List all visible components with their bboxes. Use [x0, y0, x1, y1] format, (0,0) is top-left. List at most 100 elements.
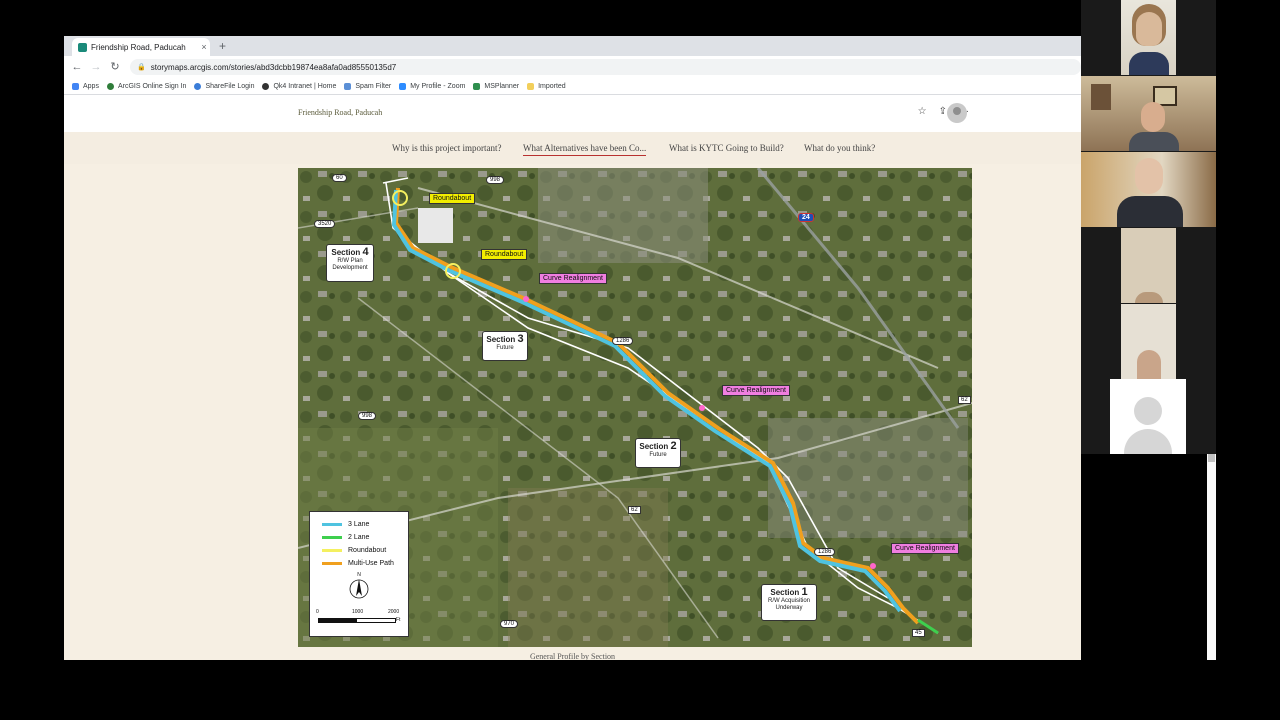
spam-filter-icon: [344, 82, 352, 90]
scale-label: 0: [316, 609, 319, 615]
bookmark-zoom[interactable]: My Profile - Zoom: [399, 82, 466, 90]
page-scrollbar[interactable]: [1207, 452, 1216, 660]
nav-what-build[interactable]: What is KYTC Going to Build?: [669, 143, 784, 153]
bookmark-imported[interactable]: Imported: [527, 82, 566, 90]
section-status: R/W Acquisition: [767, 598, 810, 604]
bookmark-label: Spam Filter: [355, 82, 392, 90]
bookmark-label: My Profile - Zoom: [410, 82, 466, 90]
folder-icon: [527, 82, 535, 90]
nav-what-think[interactable]: What do you think?: [804, 143, 875, 153]
bookmark-msplanner[interactable]: MSPlanner: [473, 82, 520, 90]
participant-video-1[interactable]: [1121, 0, 1176, 75]
section-2-callout: Section 2 Future: [635, 438, 681, 468]
participant-video-5[interactable]: [1121, 304, 1176, 379]
section-status: Future: [496, 345, 514, 351]
reload-icon[interactable]: ↻: [108, 59, 122, 75]
new-tab-button[interactable]: +: [219, 39, 226, 53]
bookmark-sharefile[interactable]: ShareFile Login: [194, 82, 255, 90]
section-4-callout: Section 4 R/W Plan Development: [326, 244, 374, 282]
section-title: Section: [331, 248, 361, 257]
story-title[interactable]: Friendship Road, Paducah: [298, 108, 382, 117]
bookmark-label: Qk4 Intranet | Home: [273, 82, 337, 90]
url-field[interactable]: 🔒 storymaps.arcgis.com/stories/abd3dcbb1…: [130, 59, 1081, 75]
favorite-star-icon[interactable]: ☆: [918, 106, 927, 117]
building-rooftop: [418, 208, 453, 243]
legend-item-roundabout: Roundabout: [322, 547, 386, 554]
section-status: Future: [649, 452, 667, 458]
nav-alternatives[interactable]: What Alternatives have been Co...: [523, 143, 647, 156]
participant-video-6[interactable]: [1081, 379, 1216, 454]
share-icon[interactable]: ⇪: [939, 106, 947, 117]
section-number: 3: [517, 333, 524, 345]
route-970-shield: 970: [500, 620, 519, 628]
close-tab-icon[interactable]: ×: [198, 42, 210, 52]
section-title: Section: [486, 335, 516, 344]
tab-bar: Friendship Road, Paducah × +: [64, 36, 1081, 56]
curve-realignment-label: Curve Realignment: [722, 385, 790, 396]
section-number: 4: [362, 246, 369, 258]
story-navigation: Why is this project important? What Alte…: [64, 132, 1081, 164]
bookmark-spam-filter[interactable]: Spam Filter: [344, 82, 392, 90]
forward-icon[interactable]: →: [89, 59, 103, 75]
section-status: R/W Plan: [337, 258, 363, 264]
legend-item-3-lane: 3 Lane: [322, 521, 369, 528]
nav-why-important[interactable]: Why is this project important?: [392, 143, 501, 153]
legend-item-2-lane: 2 Lane: [322, 534, 369, 541]
section-status: Development: [332, 265, 368, 271]
route-60-shield: 60: [332, 174, 347, 182]
route-1286-shield: 1286: [814, 548, 836, 556]
bookmark-label: ShareFile Login: [205, 82, 255, 90]
route-998-shield: 998: [486, 176, 505, 184]
browser-tab[interactable]: Friendship Road, Paducah ×: [72, 38, 210, 56]
north-arrow-icon: N: [348, 572, 370, 600]
bookmark-label: MSPlanner: [484, 82, 520, 90]
route-45-shield: 45: [912, 629, 925, 637]
legend-label: Roundabout: [348, 547, 387, 554]
apps-grid-icon: [72, 82, 79, 90]
user-silhouette-icon: [1134, 397, 1162, 425]
section-number: 1: [801, 586, 808, 598]
legend-label: 2 Lane: [348, 534, 370, 541]
participant-placeholder: [1110, 379, 1186, 454]
section-1-callout: Section 1 R/W Acquisition Underway: [761, 584, 817, 621]
route-62-shield: 62: [628, 506, 641, 514]
bookmark-intranet[interactable]: Qk4 Intranet | Home: [262, 82, 337, 90]
story-header: Friendship Road, Paducah ☆ ⇪ ···: [64, 95, 1081, 131]
section-3-callout: Section 3 Future: [482, 331, 528, 361]
curve-realignment-label: Curve Realignment: [891, 543, 959, 554]
legend-label: 3 Lane: [348, 521, 370, 528]
bookmark-label: Apps: [83, 82, 99, 90]
section-number: 2: [670, 440, 677, 452]
arcgis-icon: [106, 82, 114, 90]
participant-video-3[interactable]: [1081, 152, 1216, 227]
participant-video-2[interactable]: [1081, 76, 1216, 151]
interstate-24-shield: 24: [798, 213, 814, 222]
back-icon[interactable]: ←: [70, 59, 84, 75]
bookmark-apps[interactable]: Apps: [72, 82, 99, 90]
scrollbar-thumb[interactable]: [1208, 454, 1215, 462]
route-3520-shield: 3520: [314, 220, 336, 228]
browser-window: Friendship Road, Paducah × + ← → ↻ 🔒 sto…: [64, 36, 1081, 660]
participant-video-4[interactable]: [1121, 228, 1176, 303]
section-title: Section: [639, 442, 669, 451]
url-text: storymaps.arcgis.com/stories/abd3dcbb198…: [150, 62, 397, 72]
bookmark-label: Imported: [538, 82, 566, 90]
sharefile-icon: [194, 82, 202, 90]
project-map: Roundabout Roundabout Curve Realignment …: [298, 168, 972, 647]
video-participants-panel: [1081, 0, 1216, 454]
zoom-icon: [399, 82, 407, 90]
roundabout-label: Roundabout: [429, 193, 476, 204]
section-title: Section: [770, 588, 800, 597]
storymaps-favicon-icon: [78, 42, 87, 52]
planner-icon: [473, 82, 481, 90]
scale-unit: Ft: [396, 617, 401, 623]
avatar[interactable]: [947, 103, 967, 123]
map-caption: General Profile by Section: [529, 652, 616, 660]
route-998-shield: 998: [358, 412, 377, 420]
tab-title: Friendship Road, Paducah: [91, 42, 186, 52]
bookmarks-bar: Apps ArcGIS Online Sign In ShareFile Log…: [64, 78, 1081, 95]
curve-realignment-label: Curve Realignment: [539, 273, 607, 284]
bookmark-arcgis[interactable]: ArcGIS Online Sign In: [106, 82, 186, 90]
story-content: Roundabout Roundabout Curve Realignment …: [64, 164, 1081, 660]
scale-bar: 0 1000 2000 Ft: [316, 609, 402, 627]
